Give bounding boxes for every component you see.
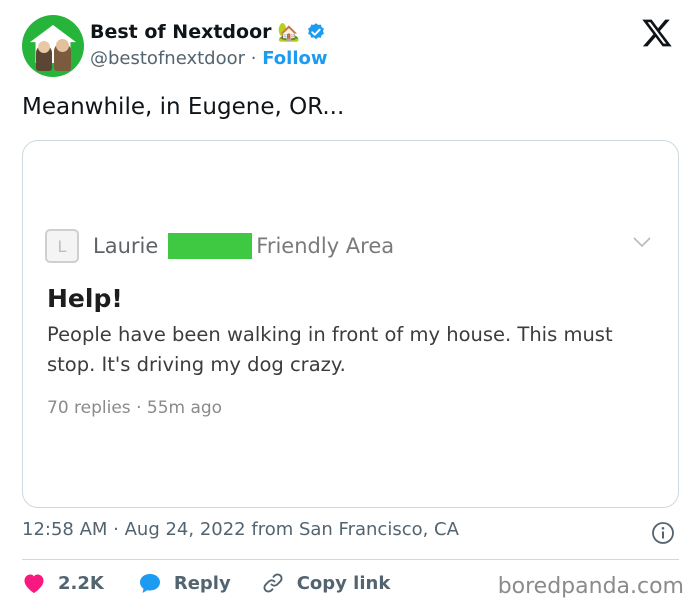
info-icon[interactable] [651,521,675,545]
divider [22,559,679,560]
account-handle[interactable]: @bestofnextdoor [90,48,245,69]
like-count: 2.2K [58,572,104,594]
avatar-face-left [38,41,50,53]
avatar[interactable] [22,15,84,77]
reply-label: Reply [173,572,231,594]
reply-bubble-icon [139,574,160,593]
copy-link-button[interactable]: Copy link [261,571,391,595]
post-author: Laurie [93,234,159,258]
tweet-timestamp[interactable]: 12:58 AM · Aug 24, 2022 from San Francis… [22,519,459,540]
link-icon [263,573,283,593]
post-body: People have been walking in front of my … [47,323,613,376]
account-name-row[interactable]: Best of Nextdoor 🏡 [90,21,326,43]
copy-link-label: Copy link [296,572,391,594]
x-logo-icon[interactable] [641,18,673,48]
separator-dot: · [250,48,257,69]
post-replies-meta: 70 replies · 55m ago [47,398,223,418]
house-emoji: 🏡 [277,21,300,43]
post-header: L Laurie Friendly Area [45,229,394,263]
redaction-block [168,233,253,259]
handle-row: @bestofnextdoor · Follow [90,48,328,69]
account-name[interactable]: Best of Nextdoor [90,21,272,43]
action-bar: 2.2K Reply Copy link [22,571,390,595]
watermark: boredpanda.com [497,574,684,599]
post-title: Help! [47,284,123,313]
follow-button[interactable]: Follow [262,48,327,69]
reply-button[interactable]: Reply [138,572,231,594]
like-button[interactable]: 2.2K [22,572,104,594]
tweet-text: Meanwhile, in Eugene, OR... [22,94,345,120]
chevron-down-icon [633,237,651,248]
embedded-post-image[interactable]: L Laurie Friendly Area Help! People have… [22,140,679,508]
verified-badge-icon [308,23,324,40]
heart-icon [24,574,44,593]
post-avatar: L [45,229,79,263]
avatar-face-right [56,39,69,52]
post-location: Friendly Area [256,234,395,258]
